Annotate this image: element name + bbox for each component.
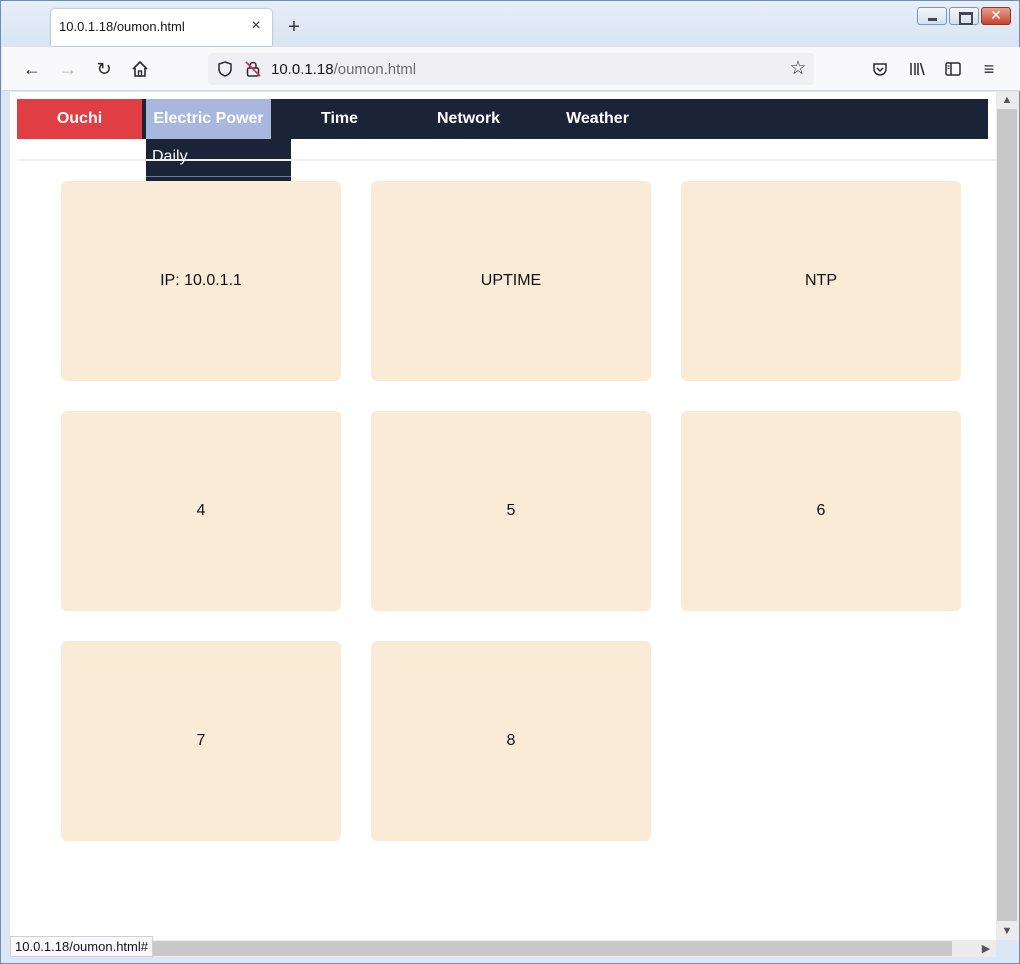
status-bar-url: 10.0.1.18/oumon.html# [10,936,153,957]
menu-hamburger-icon[interactable]: ≡ [977,57,1001,81]
card-ntp: NTP [681,181,961,381]
url-text: 10.0.1.18/oumon.html [271,61,416,78]
card-ip: IP: 10.0.1.1 [61,181,341,381]
menu-item-network[interactable]: Network [406,99,531,139]
menu-item-weather[interactable]: Weather [535,99,660,139]
card-5: 5 [371,411,651,611]
close-window-button[interactable]: ✕ [981,7,1011,25]
maximize-button[interactable] [949,7,979,25]
url-host: 10.0.1.18 [271,61,334,78]
sidebar-icon[interactable] [941,57,965,81]
scroll-up-icon[interactable]: ▲ [997,92,1017,108]
card-uptime: UPTIME [371,181,651,381]
scroll-down-icon[interactable]: ▼ [997,923,1017,939]
dropdown-divider [146,176,291,177]
close-tab-icon[interactable]: × [248,18,264,34]
window-controls: ✕ [917,7,1011,25]
menu-item-time[interactable]: Time [277,99,402,139]
header-divider [17,159,996,161]
minimize-button[interactable] [917,7,947,25]
card-6: 6 [681,411,961,611]
tab-strip: 10.0.1.18/oumon.html × + ✕ [1,1,1019,47]
tab-active[interactable]: 10.0.1.18/oumon.html × [51,9,272,46]
scroll-right-icon[interactable]: ▶ [976,941,996,957]
home-icon[interactable] [128,57,152,81]
dropdown-item-daily[interactable]: Daily [152,148,188,166]
browser-window: 10.0.1.18/oumon.html × + ✕ ← → ↻ 10.0.1.… [0,0,1020,964]
vertical-scroll-thumb[interactable] [997,109,1017,921]
tracking-shield-icon[interactable] [216,60,234,78]
reload-icon[interactable]: ↻ [92,57,116,81]
horizontal-scrollbar[interactable]: ▶ [10,940,996,957]
url-path: /oumon.html [333,61,417,78]
page-content: Ouchi Electric Power Time Network Weathe… [10,92,996,940]
bookmark-star-icon[interactable]: ☆ [788,59,808,79]
back-icon[interactable]: ← [20,57,44,81]
url-bar[interactable]: 10.0.1.18/oumon.html ☆ [208,53,814,85]
library-icon[interactable] [905,57,929,81]
menu-item-ouchi[interactable]: Ouchi [17,99,142,139]
pocket-icon[interactable] [868,57,892,81]
new-tab-icon[interactable]: + [284,17,304,37]
menu-item-electric-power[interactable]: Electric Power [146,99,271,139]
close-icon: ✕ [990,7,1002,23]
navigation-toolbar: ← → ↻ 10.0.1.18/oumon.html ☆ ≡ [2,47,1020,91]
card-8: 8 [371,641,651,841]
card-7: 7 [61,641,341,841]
card-4: 4 [61,411,341,611]
tab-title: 10.0.1.18/oumon.html [59,19,185,34]
site-menubar: Ouchi Electric Power Time Network Weathe… [17,99,988,139]
forward-icon[interactable]: → [56,57,80,81]
insecure-lock-icon[interactable] [244,60,262,78]
vertical-scrollbar[interactable]: ▲ ▼ [996,92,1019,940]
